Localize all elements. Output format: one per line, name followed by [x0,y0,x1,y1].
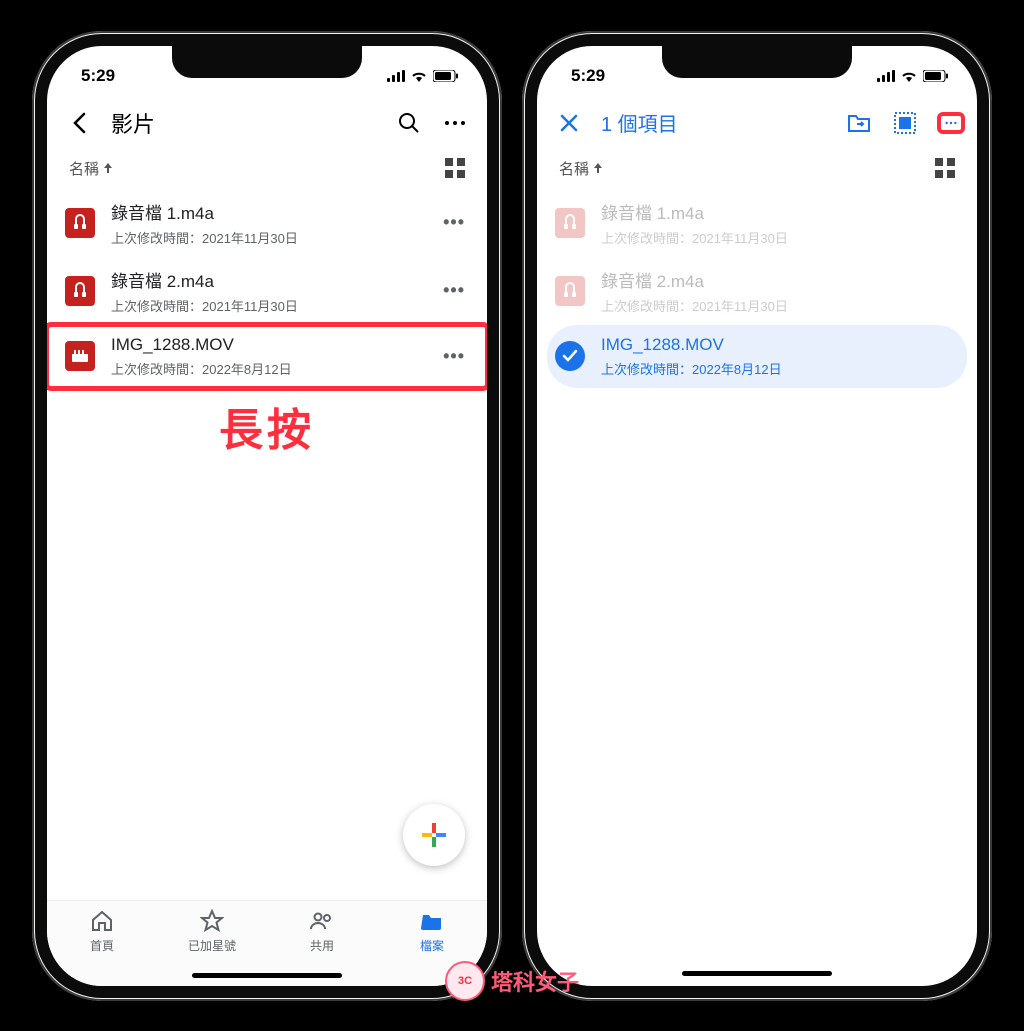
arrow-up-icon [593,162,603,174]
star-icon [200,909,224,933]
app-header: 影片 [47,96,487,150]
sort-label: 名稱 [559,158,589,179]
selection-count: 1 個項目 [601,108,827,137]
file-item[interactable]: 錄音檔 2.m4a 上次修改時間：2021年11月30日 ••• [47,257,487,325]
nav-label: 首頁 [90,937,114,954]
file-item[interactable]: 錄音檔 1.m4a 上次修改時間：2021年11月30日 ••• [47,189,487,257]
fab-add-button[interactable] [403,804,465,866]
file-sub: 上次修改時間：2021年11月30日 [111,296,427,315]
notch [172,46,362,78]
plus-icon [420,821,448,849]
item-more-button[interactable]: ••• [443,212,465,233]
select-all-button[interactable] [891,112,919,134]
people-icon [310,909,334,933]
close-button[interactable] [555,114,583,132]
watermark: 3C 塔科女子 [445,961,579,1001]
search-button[interactable] [395,112,423,134]
video-icon [65,341,95,371]
audio-icon [65,208,95,238]
view-toggle-button[interactable] [445,158,465,178]
view-toggle-button[interactable] [935,158,955,178]
more-button[interactable] [441,120,469,126]
battery-icon [433,70,459,82]
home-icon [90,909,114,933]
nav-home[interactable]: 首頁 [47,909,157,986]
file-name: 錄音檔 2.m4a [111,267,427,292]
annotation-label: 長按 [47,394,487,458]
file-sub: 上次修改時間：2022年8月12日 [601,359,955,378]
file-list: 錄音檔 1.m4a 上次修改時間：2021年11月30日 錄音檔 2.m4a 上… [537,183,977,986]
sort-label: 名稱 [69,158,99,179]
nav-label: 共用 [310,937,334,954]
status-time: 5:29 [81,66,115,86]
folder-icon [420,909,444,933]
file-name: 錄音檔 1.m4a [111,199,427,224]
file-sub: 上次修改時間：2021年11月30日 [111,228,427,247]
nav-label: 檔案 [420,937,444,954]
signal-icon [387,70,405,82]
file-list: 錄音檔 1.m4a 上次修改時間：2021年11月30日 ••• 錄音檔 2.m… [47,183,487,986]
home-indicator[interactable] [682,971,832,976]
status-time: 5:29 [571,66,605,86]
sort-row: 名稱 [47,150,487,183]
phone-right: 5:29 1 個項目 [522,31,992,1001]
home-indicator[interactable] [192,973,342,978]
file-name: 錄音檔 1.m4a [601,199,955,224]
file-sub: 上次修改時間：2022年8月12日 [111,359,427,378]
file-name: IMG_1288.MOV [111,335,427,355]
signal-icon [877,70,895,82]
file-sub: 上次修改時間：2021年11月30日 [601,228,955,247]
back-button[interactable] [65,112,93,134]
item-more-button[interactable]: ••• [443,346,465,367]
file-name: IMG_1288.MOV [601,335,955,355]
sort-row: 名稱 [537,150,977,183]
wifi-icon [900,70,918,82]
item-more-button[interactable]: ••• [443,280,465,301]
watermark-avatar-icon: 3C [445,961,485,1001]
watermark-text: 塔科女子 [491,965,579,997]
arrow-up-icon [103,162,113,174]
audio-icon [555,276,585,306]
wifi-icon [410,70,428,82]
nav-label: 已加星號 [188,937,236,954]
page-title: 影片 [111,107,377,139]
sort-button[interactable]: 名稱 [559,158,603,179]
battery-icon [923,70,949,82]
sort-button[interactable]: 名稱 [69,158,113,179]
phone-left: 5:29 影片 [32,31,502,1001]
file-name: 錄音檔 2.m4a [601,267,955,292]
notch [662,46,852,78]
app-header-selection: 1 個項目 [537,96,977,150]
check-icon [555,341,585,371]
file-item-selected[interactable]: IMG_1288.MOV 上次修改時間：2022年8月12日 [547,325,967,388]
audio-icon [65,276,95,306]
file-sub: 上次修改時間：2021年11月30日 [601,296,955,315]
file-item-highlighted[interactable]: IMG_1288.MOV 上次修改時間：2022年8月12日 ••• [47,325,487,388]
move-to-button[interactable] [845,113,873,133]
file-item[interactable]: 錄音檔 2.m4a 上次修改時間：2021年11月30日 [537,257,977,325]
bottom-nav: 首頁 已加星號 共用 檔案 [47,900,487,986]
more-button-highlighted[interactable] [937,112,965,134]
file-item[interactable]: 錄音檔 1.m4a 上次修改時間：2021年11月30日 [537,189,977,257]
audio-icon [555,208,585,238]
